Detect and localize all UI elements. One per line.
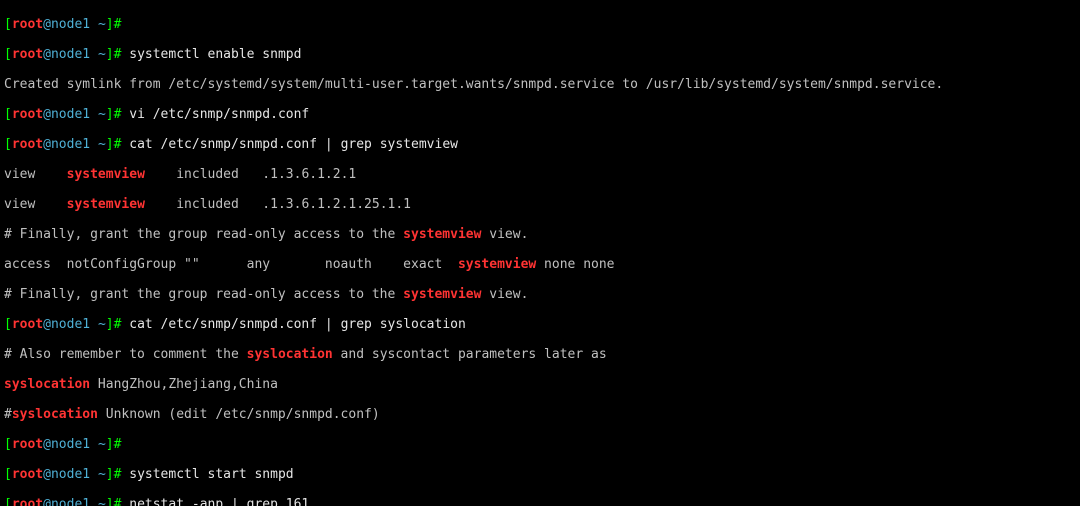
prompt-line-6: [root@node1 ~]# xyxy=(4,437,1076,452)
cmd-netstat[interactable]: netstat -anp | grep 161 xyxy=(121,497,309,506)
cmd-start-snmpd[interactable]: systemctl start snmpd xyxy=(121,467,293,482)
prompt-line-4: [root@node1 ~]# cat /etc/snmp/snmpd.conf… xyxy=(4,137,1076,152)
match-systemview: systemview xyxy=(67,167,145,182)
bracket-open: [ xyxy=(4,17,12,32)
prompt-line-8: [root@node1 ~]# netstat -anp | grep 161 xyxy=(4,497,1076,506)
output-sysloc1: syslocation HangZhou,Zhejiang,China xyxy=(4,377,1076,392)
at-sign: @ xyxy=(43,17,51,32)
cmd-enable-snmpd[interactable]: systemctl enable snmpd xyxy=(121,47,301,62)
output-access: access notConfigGroup "" any noauth exac… xyxy=(4,257,1076,272)
output-finally2: # Finally, grant the group read-only acc… xyxy=(4,287,1076,302)
match-syslocation: syslocation xyxy=(12,407,98,422)
match-systemview: systemview xyxy=(403,287,481,302)
prompt-host: node1 xyxy=(51,17,90,32)
output-view2: view systemview included .1.3.6.1.2.1.25… xyxy=(4,197,1076,212)
output-sysloc2: #syslocation Unknown (edit /etc/snmp/snm… xyxy=(4,407,1076,422)
match-systemview: systemview xyxy=(458,257,536,272)
match-systemview: systemview xyxy=(403,227,481,242)
prompt-dir: ~ xyxy=(98,17,106,32)
prompt-suffix: ]# xyxy=(106,17,122,32)
output-view1: view systemview included .1.3.6.1.2.1 xyxy=(4,167,1076,182)
output-also: # Also remember to comment the syslocati… xyxy=(4,347,1076,362)
prompt-line-3: [root@node1 ~]# vi /etc/snmp/snmpd.conf xyxy=(4,107,1076,122)
output-finally1: # Finally, grant the group read-only acc… xyxy=(4,227,1076,242)
prompt-line-1: [root@node1 ~]# xyxy=(4,17,1076,32)
match-systemview: systemview xyxy=(67,197,145,212)
match-syslocation: syslocation xyxy=(247,347,333,362)
cmd-vi[interactable]: vi /etc/snmp/snmpd.conf xyxy=(121,107,309,122)
prompt-line-7: [root@node1 ~]# systemctl start snmpd xyxy=(4,467,1076,482)
prompt-line-2: [root@node1 ~]# systemctl enable snmpd xyxy=(4,47,1076,62)
prompt-line-5: [root@node1 ~]# cat /etc/snmp/snmpd.conf… xyxy=(4,317,1076,332)
match-syslocation: syslocation xyxy=(4,377,90,392)
cmd-cat-systemview[interactable]: cat /etc/snmp/snmpd.conf | grep systemvi… xyxy=(121,137,458,152)
terminal-window[interactable]: [root@node1 ~]# [root@node1 ~]# systemct… xyxy=(0,0,1080,506)
output-symlink: Created symlink from /etc/systemd/system… xyxy=(4,77,1076,92)
prompt-user: root xyxy=(12,17,43,32)
cmd-cat-syslocation[interactable]: cat /etc/snmp/snmpd.conf | grep syslocat… xyxy=(121,317,465,332)
